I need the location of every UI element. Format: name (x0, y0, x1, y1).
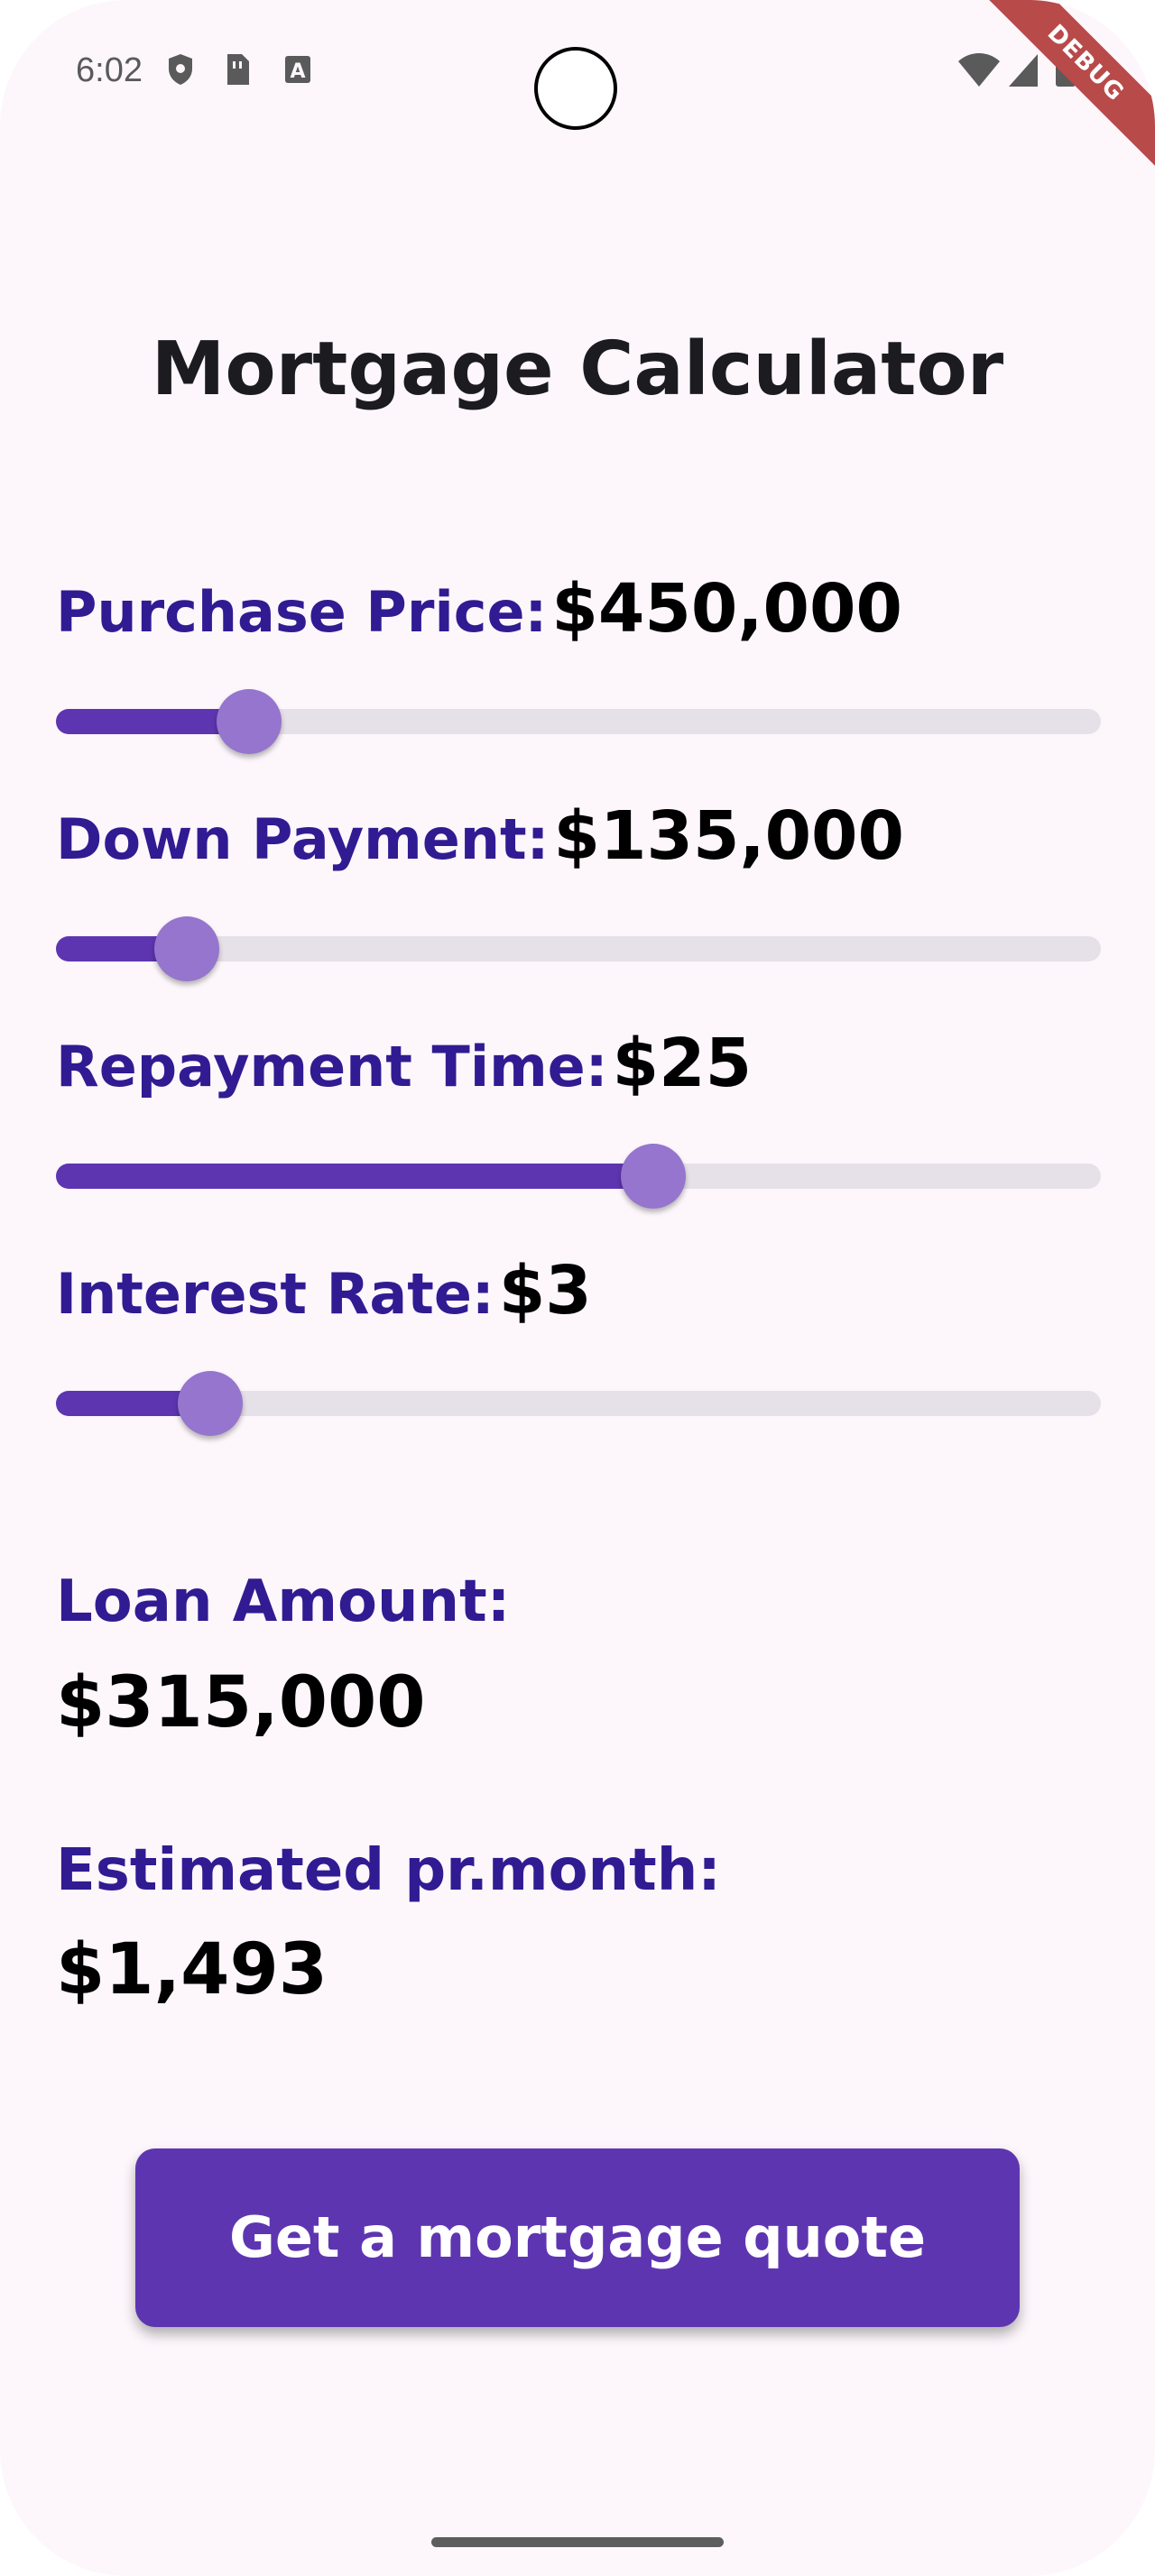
get-mortgage-quote-button[interactable]: Get a mortgage quote (135, 2148, 1020, 2327)
slider-active-track (56, 1164, 654, 1189)
repayment-time-label: Repayment Time: (56, 1034, 608, 1099)
slider-thumb[interactable] (153, 916, 219, 981)
down-payment-value: $135,000 (553, 797, 905, 875)
repayment-time-slider[interactable] (56, 1142, 1101, 1210)
interest-rate-value: $3 (498, 1252, 592, 1329)
slider-thumb[interactable] (178, 1371, 244, 1436)
shield-icon (169, 54, 192, 85)
font-a-icon: A (285, 56, 310, 83)
slider-thumb[interactable] (621, 1144, 687, 1209)
purchase-price-label: Purchase Price: (56, 579, 548, 645)
loan-amount-value: $315,000 (56, 1662, 426, 1743)
debug-banner: DEBUG (963, 0, 1155, 186)
loan-amount-label: Loan Amount: (56, 1569, 511, 1635)
interest-rate-label: Interest Rate: (56, 1261, 494, 1327)
page-title: Mortgage Calculator (151, 327, 1004, 412)
camera-cutout (534, 47, 617, 130)
phone-screen: 6:02 A DEBUG Mortgage Calculator Purchas… (0, 0, 1155, 2576)
wifi-icon (958, 53, 1000, 87)
status-time: 6:02 (76, 51, 143, 89)
down-payment-slider[interactable] (56, 915, 1101, 983)
interest-rate-row: Interest Rate: $3 (56, 1250, 592, 1349)
sim-card-icon (227, 54, 249, 85)
purchase-price-value: $450,000 (551, 570, 902, 648)
repayment-time-row: Repayment Time: $25 (56, 1023, 752, 1122)
purchase-price-slider[interactable] (56, 687, 1101, 756)
down-payment-row: Down Payment: $135,000 (56, 796, 904, 895)
interest-rate-slider[interactable] (56, 1369, 1101, 1438)
monthly-estimate-value: $1,493 (56, 1929, 328, 2010)
home-indicator[interactable] (431, 2537, 724, 2547)
purchase-price-row: Purchase Price: $450,000 (56, 568, 902, 667)
slider-thumb[interactable] (217, 689, 282, 754)
monthly-estimate-label: Estimated pr.month: (56, 1837, 721, 1904)
cell-signal-icon (1009, 54, 1038, 87)
down-payment-label: Down Payment: (56, 806, 550, 872)
svg-text:A: A (290, 60, 305, 83)
repayment-time-value: $25 (612, 1025, 753, 1102)
